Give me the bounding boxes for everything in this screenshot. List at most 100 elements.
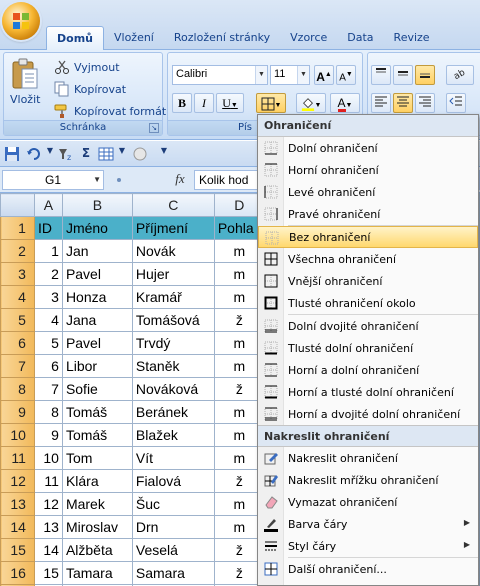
undo-icon[interactable] <box>26 146 42 162</box>
align-bottom-button[interactable] <box>415 65 435 85</box>
cell[interactable]: ID <box>33 216 63 240</box>
cell[interactable]: 5 <box>33 331 63 355</box>
menu-item-more-borders[interactable]: Další ohraničení... <box>258 558 478 580</box>
chevron-down-icon[interactable]: ▼ <box>255 66 267 84</box>
table-icon[interactable] <box>98 146 114 162</box>
tab-review[interactable]: Revize <box>384 26 440 50</box>
cell[interactable]: 13 <box>33 515 63 539</box>
cell[interactable]: Hujer <box>131 262 215 286</box>
align-top-button[interactable] <box>371 65 391 85</box>
menu-item-top-double-bottom-border[interactable]: Horní a dvojité dolní ohraničení <box>258 403 478 425</box>
column-header-b[interactable]: B <box>61 193 133 217</box>
align-left-button[interactable] <box>371 93 391 113</box>
menu-item-all-borders[interactable]: Všechna ohraničení <box>258 248 478 270</box>
menu-item-no-border[interactable]: Bez ohraničení <box>258 226 478 248</box>
row-header[interactable]: 6 <box>0 331 35 355</box>
cell[interactable]: 9 <box>33 423 63 447</box>
menu-item-line-style[interactable]: Styl čáry ▶ <box>258 535 478 557</box>
office-button[interactable] <box>2 2 40 40</box>
menu-item-thick-box-border[interactable]: Tlusté ohraničení okolo <box>258 292 478 314</box>
cell[interactable]: 2 <box>33 262 63 286</box>
cell[interactable]: Jméno <box>61 216 133 240</box>
cell[interactable]: Novák <box>131 239 215 263</box>
menu-item-bottom-double-border[interactable]: Dolní dvojité ohraničení <box>258 315 478 337</box>
autosum-icon[interactable]: Σ <box>78 146 94 162</box>
menu-item-border-bottom[interactable]: Dolní ohraničení <box>258 137 478 159</box>
select-all-corner[interactable] <box>0 193 35 217</box>
cell[interactable]: Drn <box>131 515 215 539</box>
tab-page-layout[interactable]: Rozložení stránky <box>164 26 280 50</box>
menu-item-thick-bottom-border[interactable]: Tlusté dolní ohraničení <box>258 337 478 359</box>
cell[interactable]: 11 <box>33 469 63 493</box>
cell[interactable]: 10 <box>33 446 63 470</box>
cell[interactable]: Pavel <box>61 262 133 286</box>
menu-item-border-top[interactable]: Horní ohraničení <box>258 159 478 181</box>
cell[interactable]: Vít <box>131 446 215 470</box>
cell[interactable]: Tom <box>61 446 133 470</box>
sort-filter-icon[interactable]: z <box>58 146 74 162</box>
row-header[interactable]: 16 <box>0 561 35 585</box>
shape-icon[interactable] <box>132 146 148 162</box>
chevron-down-icon[interactable]: ▼ <box>114 146 130 162</box>
cell[interactable]: 7 <box>33 377 63 401</box>
cell[interactable]: Příjmení <box>131 216 215 240</box>
italic-button[interactable]: I <box>194 93 214 113</box>
cell[interactable]: Fialová <box>131 469 215 493</box>
cell[interactable]: 1 <box>33 239 63 263</box>
row-header[interactable]: 12 <box>0 469 35 493</box>
cut-button[interactable]: Vyjmout <box>54 59 120 75</box>
paste-button[interactable]: Vložit <box>10 57 40 106</box>
menu-item-top-thick-bottom-border[interactable]: Horní a tlusté dolní ohraničení <box>258 381 478 403</box>
row-header[interactable]: 11 <box>0 446 35 470</box>
menu-item-draw-border[interactable]: Nakreslit ohraničení <box>258 447 478 469</box>
tab-home[interactable]: Domů <box>46 26 104 50</box>
cell[interactable]: Marek <box>61 492 133 516</box>
cell[interactable]: 4 <box>33 308 63 332</box>
underline-button[interactable]: U▼ <box>216 93 244 113</box>
menu-item-top-bottom-border[interactable]: Horní a dolní ohraničení <box>258 359 478 381</box>
cell[interactable]: Honza <box>61 285 133 309</box>
row-header[interactable]: 1 <box>0 216 35 240</box>
cell[interactable]: Blažek <box>131 423 215 447</box>
cell[interactable]: Alžběta <box>61 538 133 562</box>
cell[interactable]: Šuc <box>131 492 215 516</box>
tab-insert[interactable]: Vložení <box>104 26 164 50</box>
align-middle-button[interactable] <box>393 65 413 85</box>
row-header[interactable]: 2 <box>0 239 35 263</box>
chevron-down-icon[interactable]: ▼ <box>42 146 58 162</box>
format-painter-button[interactable]: Kopírovat formát <box>54 103 166 119</box>
cell[interactable]: Kramář <box>131 285 215 309</box>
row-header[interactable]: 15 <box>0 538 35 562</box>
cell[interactable]: 3 <box>33 285 63 309</box>
bold-button[interactable]: B <box>172 93 192 113</box>
column-header-a[interactable]: A <box>33 193 63 217</box>
menu-item-border-right[interactable]: Pravé ohraničení <box>258 203 478 225</box>
cell[interactable]: 8 <box>33 400 63 424</box>
row-header[interactable]: 7 <box>0 354 35 378</box>
column-header-c[interactable]: C <box>131 193 215 217</box>
align-center-button[interactable] <box>393 93 413 113</box>
orientation-button[interactable]: ab <box>446 65 474 85</box>
cell[interactable]: Klára <box>61 469 133 493</box>
cell[interactable]: Pavel <box>61 331 133 355</box>
cell[interactable]: 14 <box>33 538 63 562</box>
decrease-indent-button[interactable] <box>446 93 466 113</box>
font-size-combo[interactable]: 11 ▼ <box>270 65 310 85</box>
menu-item-line-color[interactable]: Barva čáry ▶ <box>258 513 478 535</box>
row-header[interactable]: 3 <box>0 262 35 286</box>
cell[interactable]: Miroslav <box>61 515 133 539</box>
menu-item-erase-border[interactable]: Vymazat ohraničení <box>258 491 478 513</box>
row-header[interactable]: 9 <box>0 400 35 424</box>
row-header[interactable]: 4 <box>0 285 35 309</box>
cell[interactable]: Tomáš <box>61 400 133 424</box>
font-color-button[interactable]: A▼ <box>330 93 360 113</box>
cell[interactable]: Sofie <box>61 377 133 401</box>
save-icon[interactable] <box>4 146 20 162</box>
font-name-combo[interactable]: Calibri ▼ <box>172 65 268 85</box>
chevron-down-icon[interactable]: ▼ <box>93 171 101 189</box>
cell[interactable]: Nováková <box>131 377 215 401</box>
cell[interactable]: Tomášová <box>131 308 215 332</box>
cell[interactable]: Libor <box>61 354 133 378</box>
row-header[interactable]: 14 <box>0 515 35 539</box>
cell[interactable]: 12 <box>33 492 63 516</box>
